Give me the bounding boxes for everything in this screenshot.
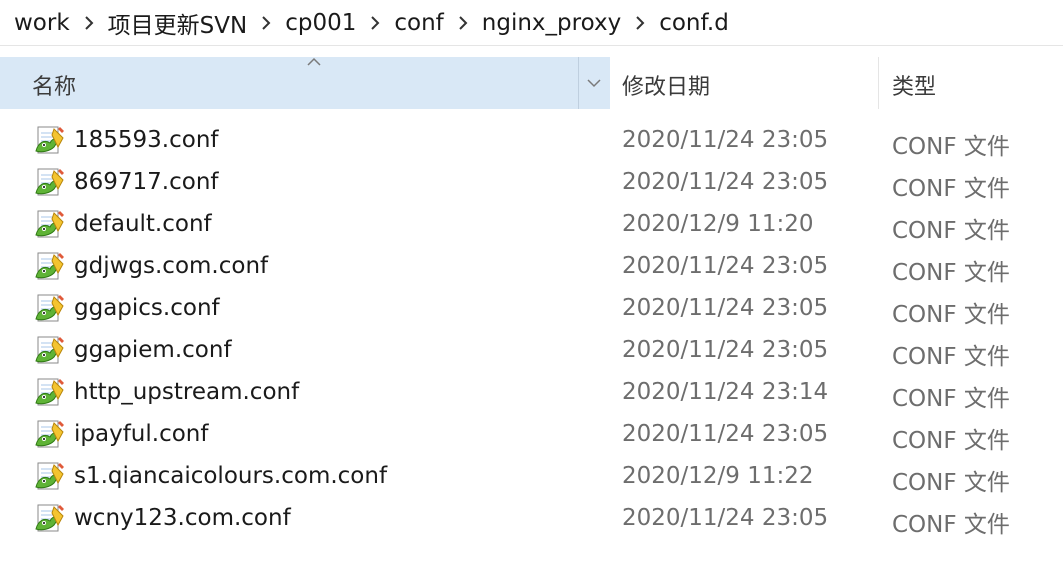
file-type: CONF 文件 xyxy=(892,386,1010,412)
column-header: 名称 修改日期 类型 xyxy=(0,57,1063,109)
file-date-modified: 2020/11/24 23:05 xyxy=(622,505,829,531)
breadcrumb: work 项目更新SVN cp001 conf nginx_proxy conf… xyxy=(0,0,1063,46)
file-date-modified: 2020/12/9 11:22 xyxy=(622,463,814,489)
notepad-plus-plus-file-icon xyxy=(35,252,64,280)
file-name: 185593.conf xyxy=(74,127,219,153)
breadcrumb-item-cp001[interactable]: cp001 xyxy=(283,8,358,38)
file-type: CONF 文件 xyxy=(892,134,1010,160)
file-type: CONF 文件 xyxy=(892,470,1010,496)
file-name: ggapics.conf xyxy=(74,295,220,321)
column-name-label: 名称 xyxy=(32,75,77,100)
file-type: CONF 文件 xyxy=(892,512,1010,538)
column-header-name[interactable]: 名称 xyxy=(0,57,610,109)
chevron-down-icon[interactable] xyxy=(582,71,606,95)
file-row[interactable]: ipayful.conf 2020/11/24 23:05 CONF 文件 xyxy=(0,415,1063,457)
file-date-modified: 2020/12/9 11:20 xyxy=(622,211,814,237)
file-type: CONF 文件 xyxy=(892,344,1010,370)
file-date-modified: 2020/11/24 23:05 xyxy=(622,253,829,279)
notepad-plus-plus-file-icon xyxy=(35,294,64,322)
file-name: ipayful.conf xyxy=(74,421,209,447)
file-type: CONF 文件 xyxy=(892,176,1010,202)
chevron-right-icon[interactable] xyxy=(72,0,106,45)
file-row[interactable]: wcny123.com.conf 2020/11/24 23:05 CONF 文… xyxy=(0,499,1063,541)
notepad-plus-plus-file-icon xyxy=(35,504,64,532)
file-row[interactable]: default.conf 2020/12/9 11:20 CONF 文件 xyxy=(0,205,1063,247)
chevron-right-icon[interactable] xyxy=(249,0,283,45)
file-row[interactable]: http_upstream.conf 2020/11/24 23:14 CONF… xyxy=(0,373,1063,415)
file-row[interactable]: ggapics.conf 2020/11/24 23:05 CONF 文件 xyxy=(0,289,1063,331)
file-row[interactable]: 185593.conf 2020/11/24 23:05 CONF 文件 xyxy=(0,121,1063,163)
chevron-right-icon[interactable] xyxy=(358,0,392,45)
file-row[interactable]: 869717.conf 2020/11/24 23:05 CONF 文件 xyxy=(0,163,1063,205)
file-name: 869717.conf xyxy=(74,169,219,195)
file-row[interactable]: s1.qiancaicolours.com.conf 2020/12/9 11:… xyxy=(0,457,1063,499)
file-name: wcny123.com.conf xyxy=(74,505,291,531)
file-row[interactable]: ggapiem.conf 2020/11/24 23:05 CONF 文件 xyxy=(0,331,1063,373)
file-name: ggapiem.conf xyxy=(74,337,232,363)
column-divider[interactable] xyxy=(578,57,579,109)
notepad-plus-plus-file-icon xyxy=(35,210,64,238)
file-row[interactable]: gdjwgs.com.conf 2020/11/24 23:05 CONF 文件 xyxy=(0,247,1063,289)
file-name: gdjwgs.com.conf xyxy=(74,253,269,279)
notepad-plus-plus-file-icon xyxy=(35,168,64,196)
file-list: 185593.conf 2020/11/24 23:05 CONF 文件 869… xyxy=(0,121,1063,541)
breadcrumb-item-conf-d[interactable]: conf.d xyxy=(657,8,731,38)
notepad-plus-plus-file-icon xyxy=(35,336,64,364)
file-date-modified: 2020/11/24 23:14 xyxy=(622,379,829,405)
file-name: default.conf xyxy=(74,211,212,237)
file-type: CONF 文件 xyxy=(892,260,1010,286)
file-date-modified: 2020/11/24 23:05 xyxy=(622,421,829,447)
column-date-modified-label[interactable]: 修改日期 xyxy=(622,69,710,101)
chevron-right-icon[interactable] xyxy=(446,0,480,45)
sort-ascending-icon xyxy=(307,57,321,66)
column-divider[interactable] xyxy=(878,57,879,109)
file-date-modified: 2020/11/24 23:05 xyxy=(622,295,829,321)
notepad-plus-plus-file-icon xyxy=(35,378,64,406)
breadcrumb-item-conf[interactable]: conf xyxy=(392,8,445,38)
file-type: CONF 文件 xyxy=(892,428,1010,454)
file-type: CONF 文件 xyxy=(892,302,1010,328)
file-date-modified: 2020/11/24 23:05 xyxy=(622,127,829,153)
file-date-modified: 2020/11/24 23:05 xyxy=(622,337,829,363)
column-type-label[interactable]: 类型 xyxy=(892,69,936,101)
file-type: CONF 文件 xyxy=(892,218,1010,244)
notepad-plus-plus-file-icon xyxy=(35,420,64,448)
notepad-plus-plus-file-icon xyxy=(35,126,64,154)
file-name: http_upstream.conf xyxy=(74,379,300,405)
file-name: s1.qiancaicolours.com.conf xyxy=(74,463,388,489)
file-date-modified: 2020/11/24 23:05 xyxy=(622,169,829,195)
breadcrumb-item-work[interactable]: work xyxy=(12,8,72,38)
notepad-plus-plus-file-icon xyxy=(35,462,64,490)
chevron-right-icon[interactable] xyxy=(623,0,657,45)
breadcrumb-item-svn[interactable]: 项目更新SVN xyxy=(106,4,250,42)
breadcrumb-item-nginx-proxy[interactable]: nginx_proxy xyxy=(480,8,623,38)
